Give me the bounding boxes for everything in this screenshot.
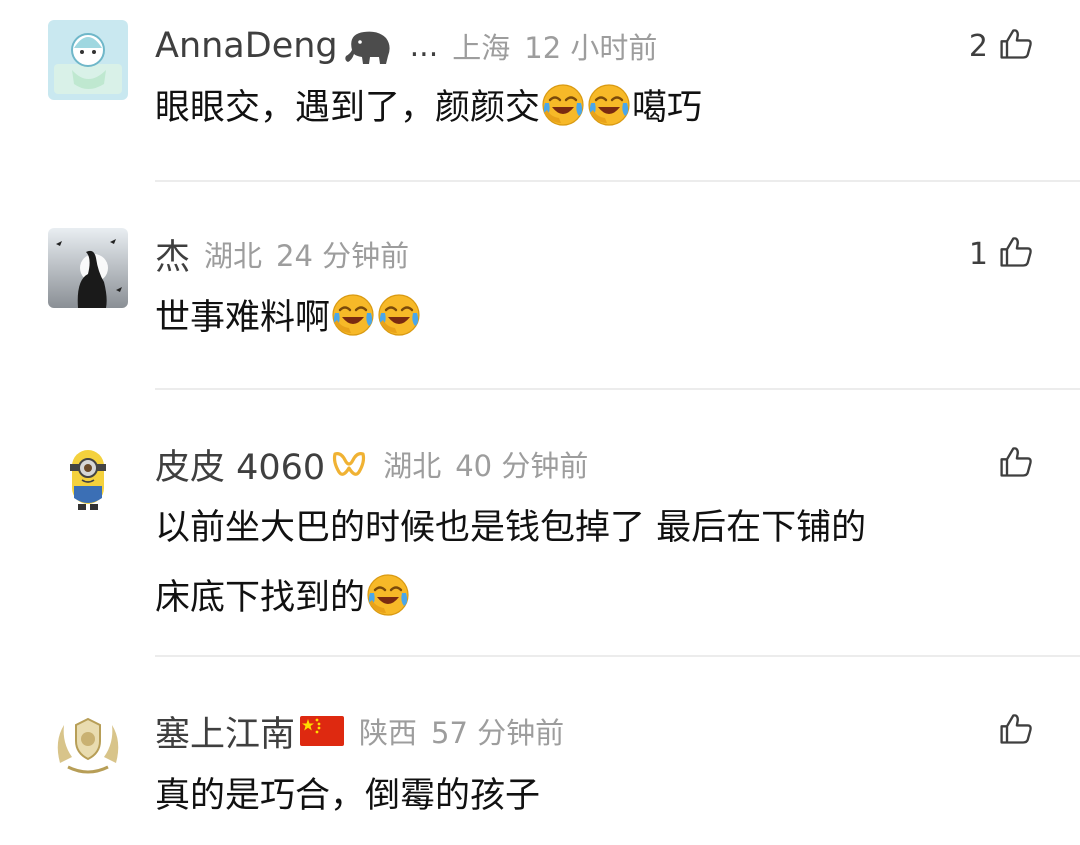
thumbs-up-icon: [998, 444, 1034, 484]
comment-header: 塞上江南 陕西 57 分钟前: [155, 705, 564, 757]
like-button[interactable]: 1: [969, 228, 1034, 280]
comment-text: 真的是巧合，倒霉的孩子: [155, 761, 1025, 831]
comment-text-part: 噶巧: [632, 88, 703, 128]
like-button[interactable]: [988, 438, 1034, 490]
timestamp: 57 分钟前: [431, 716, 565, 750]
thumbs-up-icon: [998, 711, 1034, 751]
username[interactable]: 塞上江南: [155, 706, 295, 757]
thumbs-up-icon: [998, 26, 1034, 66]
like-count: 2: [968, 28, 988, 64]
like-button[interactable]: 2: [969, 20, 1034, 72]
timestamp: 12 小时前: [524, 31, 658, 65]
avatar[interactable]: [48, 438, 128, 518]
comment-header: AnnaDeng ... 上海 12 小时前: [155, 20, 657, 72]
comment-text: 以前坐大巴的时候也是钱包掉了 最后在下铺的 床底下找到的: [155, 493, 1025, 641]
avatar[interactable]: [48, 20, 128, 100]
elephant-icon: [342, 26, 394, 66]
more-indicator[interactable]: ...: [410, 29, 439, 64]
username[interactable]: AnnaDeng: [155, 26, 338, 66]
comment-text-part: 以前坐大巴的时候也是钱包掉了 最后在下铺的: [155, 508, 867, 548]
divider: [155, 388, 1080, 390]
comment-text-part: 床底下找到的: [155, 578, 366, 618]
laugh-cry-emoji-icon: [587, 81, 631, 151]
thumbs-up-icon: [998, 234, 1034, 274]
like-count: 1: [968, 236, 988, 272]
divider: [155, 180, 1080, 182]
comment-header: 皮皮 4060 湖北 40 分钟前: [155, 438, 588, 490]
like-button[interactable]: [988, 705, 1034, 757]
location: 上海: [452, 31, 511, 65]
comment-text-part: 世事难料啊: [155, 298, 331, 338]
timestamp: 24 分钟前: [276, 239, 410, 273]
username[interactable]: 杰: [155, 229, 190, 280]
divider: [155, 655, 1080, 657]
laugh-cry-emoji-icon: [377, 291, 421, 361]
comment-text: 眼眼交，遇到了，颜颜交 噶巧: [155, 73, 1025, 151]
location: 陕西: [359, 716, 418, 750]
laugh-cry-emoji-icon: [541, 81, 585, 151]
avatar[interactable]: [48, 228, 128, 308]
china-flag-icon: [299, 715, 345, 747]
location: 湖北: [204, 239, 263, 273]
comment-text: 世事难料啊: [155, 283, 1025, 361]
vip-ribbon-icon: [329, 444, 369, 484]
laugh-cry-emoji-icon: [331, 291, 375, 361]
timestamp: 40 分钟前: [455, 449, 589, 483]
laugh-cry-emoji-icon: [366, 571, 410, 641]
avatar[interactable]: [48, 705, 128, 785]
comment-text-part: 真的是巧合，倒霉的孩子: [155, 776, 541, 816]
location: 湖北: [383, 449, 442, 483]
comment-text-part: 眼眼交，遇到了，颜颜交: [155, 88, 541, 128]
username[interactable]: 皮皮 4060: [155, 439, 325, 490]
comment-header: 杰 湖北 24 分钟前: [155, 228, 409, 280]
